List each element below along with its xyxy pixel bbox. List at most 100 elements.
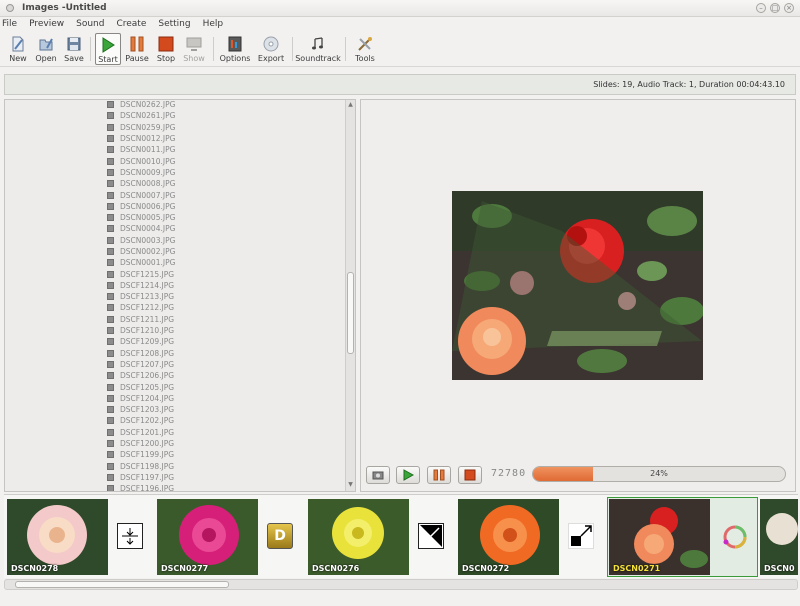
new-button[interactable]: New bbox=[7, 33, 29, 65]
snapshot-button[interactable] bbox=[366, 466, 390, 484]
scroll-up-icon[interactable]: ▲ bbox=[346, 101, 355, 110]
menu-create[interactable]: Create bbox=[116, 17, 146, 31]
transition-slide-down-icon[interactable] bbox=[117, 523, 143, 549]
file-name: DSCN0262.JPG bbox=[120, 100, 176, 110]
file-name: DSCF1212.JPG bbox=[120, 303, 175, 313]
transition-diagonal-icon[interactable] bbox=[418, 523, 444, 549]
file-list-item[interactable]: DSCF1200.JPG bbox=[107, 438, 175, 449]
pause-button-player[interactable] bbox=[427, 466, 451, 484]
image-file-icon bbox=[107, 112, 114, 120]
file-list-item[interactable]: DSCF1205.JPG bbox=[107, 381, 175, 392]
image-file-icon bbox=[107, 202, 114, 210]
minimize-icon[interactable]: – bbox=[756, 3, 766, 13]
file-list-item[interactable]: DSCF1202.JPG bbox=[107, 415, 175, 426]
image-file-icon bbox=[107, 440, 114, 448]
file-list-scrollbar[interactable]: ▲ ▼ bbox=[345, 100, 355, 491]
image-file-icon bbox=[107, 338, 114, 346]
stop-button[interactable]: Stop bbox=[155, 33, 177, 65]
file-name: DSCN0002.JPG bbox=[120, 247, 176, 256]
export-button[interactable]: Export bbox=[256, 33, 286, 65]
file-list-item[interactable]: DSCN0005.JPG bbox=[107, 212, 175, 223]
file-list-item[interactable]: DSCN0261.JPG bbox=[107, 110, 175, 121]
start-button[interactable]: Start bbox=[95, 33, 121, 65]
image-file-icon bbox=[107, 214, 114, 222]
file-list-item[interactable]: DSCF1214.JPG bbox=[107, 280, 175, 291]
file-list-item[interactable]: DSCF1207.JPG bbox=[107, 359, 175, 370]
file-list-item[interactable]: DSCF1215.JPG bbox=[107, 268, 175, 279]
file-list-item[interactable]: DSCF1198.JPG bbox=[107, 461, 175, 472]
close-icon[interactable]: × bbox=[784, 3, 794, 13]
timeline-slide[interactable]: DSCN0277 bbox=[157, 499, 258, 575]
options-button[interactable]: Options bbox=[219, 33, 251, 65]
file-list-item[interactable]: DSCN0259.JPG bbox=[107, 122, 175, 133]
pause-button[interactable]: Pause bbox=[125, 33, 149, 65]
file-name: DSCF1196.JPG bbox=[120, 484, 175, 492]
scrollbar-thumb[interactable] bbox=[15, 581, 229, 588]
tools-button[interactable]: Tools bbox=[352, 33, 378, 65]
file-list-item[interactable]: DSCN0003.JPG bbox=[107, 235, 175, 246]
file-list-item[interactable]: DSCF1201.JPG bbox=[107, 427, 175, 438]
file-list-item[interactable]: DSCN0001.JPG bbox=[107, 257, 175, 268]
file-list-item[interactable]: DSCF1203.JPG bbox=[107, 404, 175, 415]
file-list-item[interactable]: DSCF1209.JPG bbox=[107, 336, 175, 347]
file-list-item[interactable]: DSCF1210.JPG bbox=[107, 325, 175, 336]
file-list-item[interactable]: DSCN0006.JPG bbox=[107, 201, 175, 212]
timeline-scrollbar[interactable] bbox=[4, 579, 798, 590]
file-name: DSCN0009.JPG bbox=[120, 167, 176, 177]
file-name: DSCF1197.JPG bbox=[120, 472, 175, 482]
play-button[interactable] bbox=[396, 466, 420, 484]
timeline-slide[interactable]: DSCN0278 bbox=[7, 499, 108, 575]
file-name: DSCF1215.JPG bbox=[120, 269, 175, 279]
file-list-item[interactable]: DSCN0010.JPG bbox=[107, 155, 175, 166]
menu-sound[interactable]: Sound bbox=[76, 17, 104, 31]
menu-preview[interactable]: Preview bbox=[29, 17, 64, 31]
file-list-item[interactable]: DSCN0007.JPG bbox=[107, 189, 175, 200]
menu-setting[interactable]: Setting bbox=[158, 17, 190, 31]
file-list-item[interactable]: DSCF1199.JPG bbox=[107, 449, 175, 460]
maximize-icon[interactable]: □ bbox=[770, 3, 780, 13]
save-button[interactable]: Save bbox=[63, 33, 85, 65]
image-file-icon bbox=[107, 157, 114, 165]
menu-file[interactable]: File bbox=[2, 17, 17, 31]
camera-icon bbox=[372, 471, 384, 480]
timeline-slide-selected[interactable]: DSCN0271 bbox=[607, 497, 758, 577]
file-list-item[interactable]: DSCN0008.JPG bbox=[107, 178, 175, 189]
timeline-slide[interactable]: DSCN0 bbox=[760, 499, 798, 575]
progress-bar[interactable]: 24% bbox=[532, 466, 786, 482]
file-list-item[interactable]: DSCF1197.JPG bbox=[107, 472, 175, 483]
stop-button-player[interactable] bbox=[458, 466, 482, 484]
file-list-item[interactable]: DSCN0012.JPG bbox=[107, 133, 175, 144]
transition-zoom-icon[interactable] bbox=[568, 523, 594, 549]
file-list-item[interactable]: DSCF1212.JPG bbox=[107, 302, 175, 313]
file-list-item[interactable]: DSCF1196.JPG bbox=[107, 483, 175, 492]
file-list-item[interactable]: DSCN0262.JPG bbox=[107, 100, 176, 110]
file-list-item[interactable]: DSCF1208.JPG bbox=[107, 348, 175, 359]
timeline-slide[interactable]: DSCN0272 bbox=[458, 499, 559, 575]
file-list-item[interactable]: DSCF1204.JPG bbox=[107, 393, 175, 404]
file-list-item[interactable]: DSCF1206.JPG bbox=[107, 370, 175, 381]
file-list-item[interactable]: DSCN0002.JPG bbox=[107, 246, 175, 257]
open-button[interactable]: Open bbox=[35, 33, 57, 65]
file-list-item[interactable]: DSCF1213.JPG bbox=[107, 291, 175, 302]
file-name: DSCF1208.JPG bbox=[120, 348, 175, 358]
file-name: DSCN0006.JPG bbox=[120, 201, 176, 211]
file-name: DSCN0005.JPG bbox=[120, 213, 176, 223]
file-name: DSCN0010.JPG bbox=[120, 156, 176, 166]
show-button[interactable]: Show bbox=[182, 33, 206, 65]
scroll-down-icon[interactable]: ▼ bbox=[346, 481, 355, 490]
menu-help[interactable]: Help bbox=[203, 17, 224, 31]
image-file-icon bbox=[107, 281, 114, 289]
file-list-item[interactable]: DSCN0009.JPG bbox=[107, 167, 175, 178]
transition-ring-icon[interactable] bbox=[722, 524, 748, 550]
options-icon bbox=[227, 36, 243, 52]
soundtrack-button[interactable]: Soundtrack bbox=[295, 33, 341, 65]
file-name: DSCF1205.JPG bbox=[120, 382, 175, 392]
timeline-slide[interactable]: DSCN0276 bbox=[308, 499, 409, 575]
timeline-slide[interactable]: DSCN0271 bbox=[609, 499, 710, 575]
scrollbar-thumb[interactable] bbox=[347, 272, 354, 354]
file-list-item[interactable]: DSCF1211.JPG bbox=[107, 314, 175, 325]
file-list-item[interactable]: DSCN0011.JPG bbox=[107, 144, 175, 155]
transition-dissolve-icon[interactable]: D bbox=[267, 523, 293, 549]
new-label: New bbox=[9, 54, 27, 63]
file-list-item[interactable]: DSCN0004.JPG bbox=[107, 223, 175, 234]
